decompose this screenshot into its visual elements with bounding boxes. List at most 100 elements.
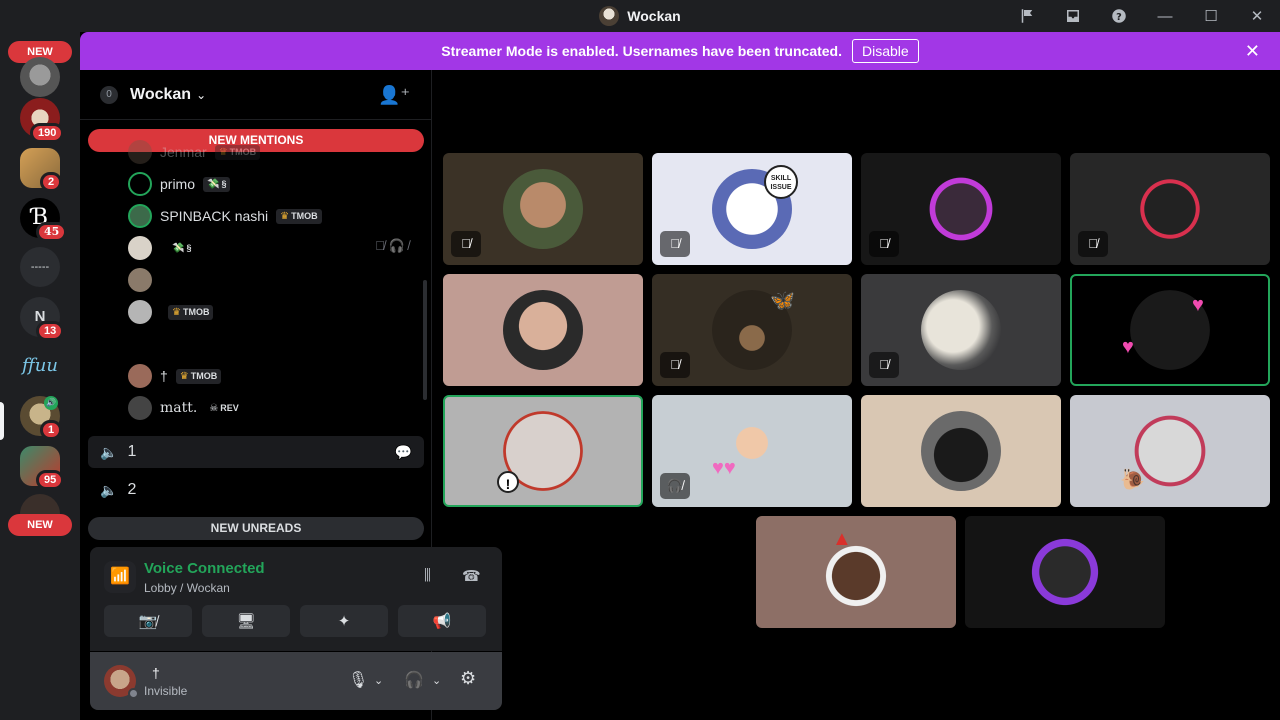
avatar xyxy=(921,411,1001,491)
voice-user[interactable]: primo 💸 § xyxy=(128,170,231,198)
alert-icon: ! xyxy=(497,471,519,493)
guild-header[interactable]: 0 Wockan ⌄ 👤⁺ xyxy=(80,70,432,120)
disconnect-icon[interactable]: ☎ xyxy=(462,567,481,585)
flag-icon[interactable] xyxy=(1004,0,1050,32)
participant-tile[interactable]: ♥♥ 🎧̸ xyxy=(652,395,852,507)
streamer-mode-banner: Streamer Mode is enabled. Usernames have… xyxy=(80,32,1280,70)
voice-user[interactable]: ♛ TMOB xyxy=(128,298,214,326)
new-unread-servers-bottom[interactable]: NEW xyxy=(8,514,72,536)
voice-channel-1[interactable]: 🔈 1 💬 xyxy=(88,436,424,468)
toggle-camera-button[interactable]: 📷̸ xyxy=(104,605,192,637)
server-icon-3[interactable]: 2 xyxy=(20,148,63,192)
speaker-icon: 🔈 xyxy=(100,443,118,460)
share-screen-button[interactable]: 🖥 xyxy=(202,605,290,637)
help-icon[interactable]: ? xyxy=(1096,0,1142,32)
voice-connected-panel: 📶 Voice Connected Lobby / Wockan ⫼ ☎ 📷̸ … xyxy=(90,547,502,651)
invite-people-icon[interactable]: 👤⁺ xyxy=(378,85,410,106)
avatar xyxy=(128,236,152,260)
participant-tile[interactable] xyxy=(965,516,1165,628)
activities-button[interactable]: ✦ xyxy=(300,605,388,637)
maximize-icon[interactable]: ☐ xyxy=(1188,0,1234,32)
voice-user[interactable]: Jenmar ♛ TMOB xyxy=(128,138,261,166)
role-tag: ♛ TMOB xyxy=(214,144,261,160)
muted-mic-icon: 🎙̸ xyxy=(869,231,899,257)
participant-tile[interactable] xyxy=(861,395,1061,507)
muted-mic-icon: 🎙̸ xyxy=(869,352,899,378)
settings-gear-icon[interactable]: ⚙ xyxy=(460,668,476,689)
user-panel: † Invisible 🎙 ⌄ 🎧 ⌄ ⚙ xyxy=(90,652,502,710)
participant-tile[interactable]: 🦋 🎙̸ xyxy=(652,274,852,386)
participant-tile-speaking[interactable]: ! xyxy=(443,395,643,507)
avatar xyxy=(128,268,152,292)
server-icon-2[interactable]: 190 xyxy=(20,98,65,143)
boost-level-badge: 0 xyxy=(100,85,118,104)
chevron-down-icon[interactable]: ⌄ xyxy=(432,674,441,687)
voice-user[interactable]: matt. ☠ REV xyxy=(128,394,243,422)
soundboard-icon: 📢 xyxy=(432,613,452,630)
avatar xyxy=(921,290,1001,370)
voice-user[interactable]: SPINBACK nashi ♛ TMOB xyxy=(128,202,322,230)
server-icon-6[interactable]: N 13 xyxy=(20,297,65,341)
avatar xyxy=(921,169,1001,249)
voice-user[interactable] xyxy=(128,266,160,294)
banner-text: Streamer Mode is enabled. Usernames have… xyxy=(441,43,842,59)
inbox-icon[interactable] xyxy=(1050,0,1096,32)
participant-tile[interactable]: ▲ xyxy=(756,516,956,628)
deafened-icon: 🎧̸ xyxy=(660,473,690,499)
muted-mic-icon: 🎙̸ xyxy=(660,231,690,257)
avatar xyxy=(128,204,152,228)
close-banner-icon[interactable]: ✕ xyxy=(1245,41,1260,62)
participant-tile-speaking[interactable]: ♥ ♥ xyxy=(1070,274,1270,386)
connection-signal-icon[interactable]: 📶 xyxy=(104,561,136,593)
title-bar: Wockan ? — ☐ ✕ xyxy=(0,0,1280,32)
mention-badge: 45 xyxy=(36,222,68,242)
voice-channel-path[interactable]: Lobby / Wockan xyxy=(144,581,230,595)
guild-name: Wockan xyxy=(130,85,192,103)
server-icon-1[interactable] xyxy=(20,57,60,97)
status-indicator xyxy=(128,688,139,699)
avatar xyxy=(816,532,896,612)
headphones-icon[interactable]: 🎧 xyxy=(404,670,424,690)
new-unreads-pill[interactable]: NEW UNREADS xyxy=(88,517,424,540)
voice-user[interactable]: 💸 § xyxy=(128,234,195,262)
snail-decoration: 🐌 xyxy=(1120,469,1145,491)
svg-text:?: ? xyxy=(1116,12,1122,23)
user-status-text: Invisible xyxy=(144,684,188,698)
voice-channel-2[interactable]: 🔈 2 xyxy=(88,474,424,506)
server-icon-9[interactable]: 95 xyxy=(20,446,65,490)
minimize-icon[interactable]: — xyxy=(1142,0,1188,32)
server-icon-4[interactable]: Ɓ 45 xyxy=(20,198,68,242)
chat-bubble-icon[interactable]: 💬 xyxy=(395,444,412,461)
server-icon-8[interactable]: 🔊 1 xyxy=(20,396,63,440)
mention-badge: 13 xyxy=(36,321,65,341)
voice-user[interactable]: † ♛ TMOB xyxy=(128,362,222,390)
voice-channel-name: 1 xyxy=(127,443,137,460)
muted-deafened-icons: 🎙̸🎧̸ xyxy=(375,238,413,253)
participant-tile[interactable] xyxy=(443,274,643,386)
scrollbar[interactable] xyxy=(423,280,427,400)
server-icon-5[interactable]: ----- xyxy=(20,247,60,287)
participant-tile[interactable]: 🐌 xyxy=(1070,395,1270,507)
skull-icon: ☠ xyxy=(209,402,219,414)
participant-tile[interactable]: 🎙̸ xyxy=(861,274,1061,386)
disable-streamer-mode-button[interactable]: Disable xyxy=(852,39,919,63)
chevron-down-icon[interactable]: ⌄ xyxy=(374,674,383,687)
voice-status[interactable]: Voice Connected xyxy=(144,560,265,577)
avatar xyxy=(128,172,152,196)
close-icon[interactable]: ✕ xyxy=(1234,0,1280,32)
username[interactable]: † xyxy=(152,665,160,681)
money-icon: 💸 xyxy=(172,242,185,254)
avatar xyxy=(1130,169,1210,249)
server-icon-7[interactable]: ffuu xyxy=(20,346,60,386)
avatar xyxy=(1025,532,1105,612)
participant-tile[interactable]: 🎙̸ xyxy=(861,153,1061,265)
participant-tile[interactable]: 🎙̸ xyxy=(1070,153,1270,265)
window-title: Wockan xyxy=(599,6,681,26)
microphone-icon[interactable]: 🎙 xyxy=(348,670,368,690)
noise-suppression-icon[interactable]: ⫼ xyxy=(424,567,431,584)
soundboard-button[interactable]: 📢 xyxy=(398,605,486,637)
participant-tile[interactable]: 🎙̸ xyxy=(443,153,643,265)
participant-tile[interactable]: SKILL ISSUE 🎙̸ xyxy=(652,153,852,265)
mention-badge: 190 xyxy=(30,123,65,143)
avatar xyxy=(128,364,152,388)
